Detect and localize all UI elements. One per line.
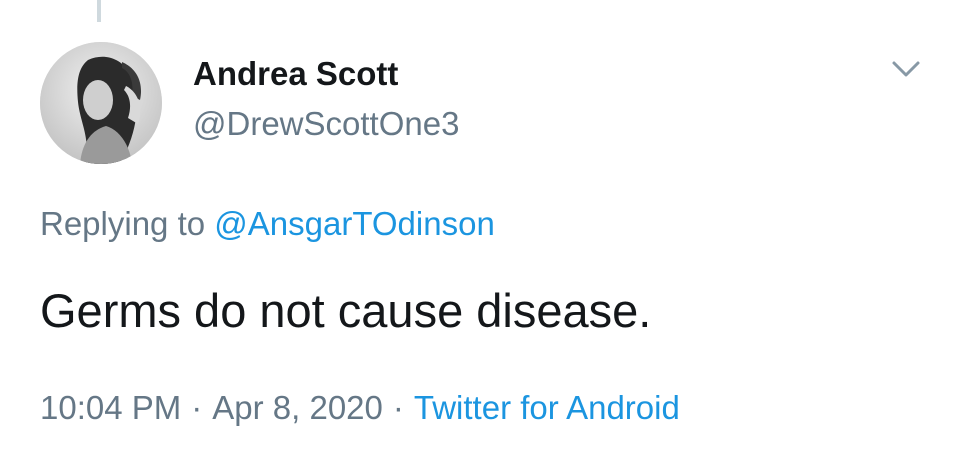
chevron-down-icon[interactable] bbox=[888, 58, 924, 82]
avatar-photo bbox=[40, 42, 162, 164]
tweet-meta: 10:04 PM · Apr 8, 2020 · Twitter for Android bbox=[40, 388, 680, 428]
tweet-time[interactable]: 10:04 PM bbox=[40, 389, 181, 426]
replying-to: Replying to @AnsgarTOdinson bbox=[40, 204, 495, 244]
author-name[interactable]: Andrea Scott bbox=[193, 54, 398, 94]
tweet-text: Germs do not cause disease. bbox=[40, 284, 652, 337]
meta-separator: · bbox=[392, 389, 404, 426]
meta-separator: · bbox=[191, 389, 203, 426]
avatar[interactable] bbox=[40, 42, 162, 164]
tweet-source-link[interactable]: Twitter for Android bbox=[414, 389, 680, 426]
replying-prefix: Replying to bbox=[40, 205, 215, 242]
thread-connector-line bbox=[97, 0, 101, 22]
tweet-date[interactable]: Apr 8, 2020 bbox=[212, 389, 383, 426]
author-handle[interactable]: @DrewScottOne3 bbox=[193, 104, 459, 144]
reply-mention-link[interactable]: @AnsgarTOdinson bbox=[214, 205, 495, 242]
